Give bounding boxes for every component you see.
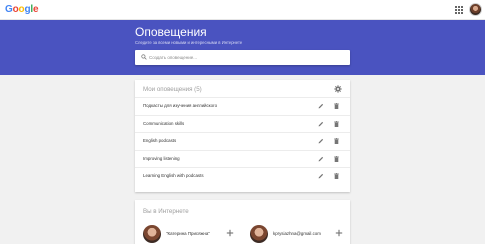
my-alerts-title: Мои оповещения (5)	[143, 86, 202, 93]
google-logo[interactable]: Google	[5, 4, 39, 15]
create-alert-input[interactable]	[149, 52, 344, 63]
trash-icon[interactable]	[334, 120, 339, 127]
header-banner	[0, 20, 485, 75]
person-email: kprysiazhna@gmail.com	[273, 231, 321, 236]
alert-label[interactable]: English podcasts	[143, 138, 176, 143]
gear-icon[interactable]	[334, 85, 342, 93]
alert-label[interactable]: Improving listening	[143, 156, 180, 161]
alert-item[interactable]: Communication skills	[135, 114, 350, 133]
alert-label[interactable]: Communication skills	[143, 121, 184, 126]
page-subtitle: Следите за всеми новыми и интересными в …	[135, 40, 243, 45]
alert-item[interactable]: Improving listening	[135, 149, 350, 168]
logo-letter: G	[5, 4, 13, 15]
person-avatar	[143, 225, 161, 243]
my-alerts-card: Мои оповещения (5) Подкасты для изучения…	[135, 80, 350, 192]
you-on-internet-card: Вы в Интернете "Катерина Присяжна" kprys…	[135, 200, 350, 244]
person-avatar	[250, 225, 268, 243]
you-on-internet-title: Вы в Интернете	[143, 208, 189, 215]
top-bar: Google	[0, 0, 485, 20]
plus-icon[interactable]	[335, 229, 343, 237]
google-alerts-page: Google Оповещения Следите за всеми новым…	[0, 0, 485, 244]
trash-icon[interactable]	[334, 138, 339, 145]
user-avatar[interactable]	[469, 3, 482, 16]
page-title: Оповещения	[135, 25, 207, 39]
logo-letter: e	[32, 4, 39, 15]
edit-pencil-icon[interactable]	[318, 156, 324, 162]
edit-pencil-icon[interactable]	[318, 103, 324, 109]
edit-pencil-icon[interactable]	[318, 121, 324, 127]
alerts-list: Подкасты для изучения английского Commun…	[135, 97, 350, 185]
alert-item[interactable]: Подкасты для изучения английского	[135, 97, 350, 115]
trash-icon[interactable]	[334, 155, 339, 162]
trash-icon[interactable]	[334, 103, 339, 109]
edit-pencil-icon[interactable]	[318, 173, 324, 179]
alert-item[interactable]: English podcasts	[135, 132, 350, 150]
create-alert-box[interactable]	[135, 50, 350, 65]
apps-grid-icon[interactable]	[455, 6, 463, 14]
alert-label[interactable]: Learning English with podcasts	[143, 173, 204, 178]
alert-item[interactable]: Learning English with podcasts	[135, 167, 350, 185]
person-name: "Катерина Присяжна"	[166, 231, 210, 236]
plus-icon[interactable]	[226, 229, 234, 237]
alert-label[interactable]: Подкасты для изучения английского	[143, 103, 217, 108]
search-icon	[141, 54, 147, 60]
edit-pencil-icon[interactable]	[318, 138, 324, 144]
person-entry: "Катерина Присяжна"	[143, 225, 243, 244]
trash-icon[interactable]	[334, 173, 339, 180]
person-entry: kprysiazhna@gmail.com	[250, 225, 350, 244]
